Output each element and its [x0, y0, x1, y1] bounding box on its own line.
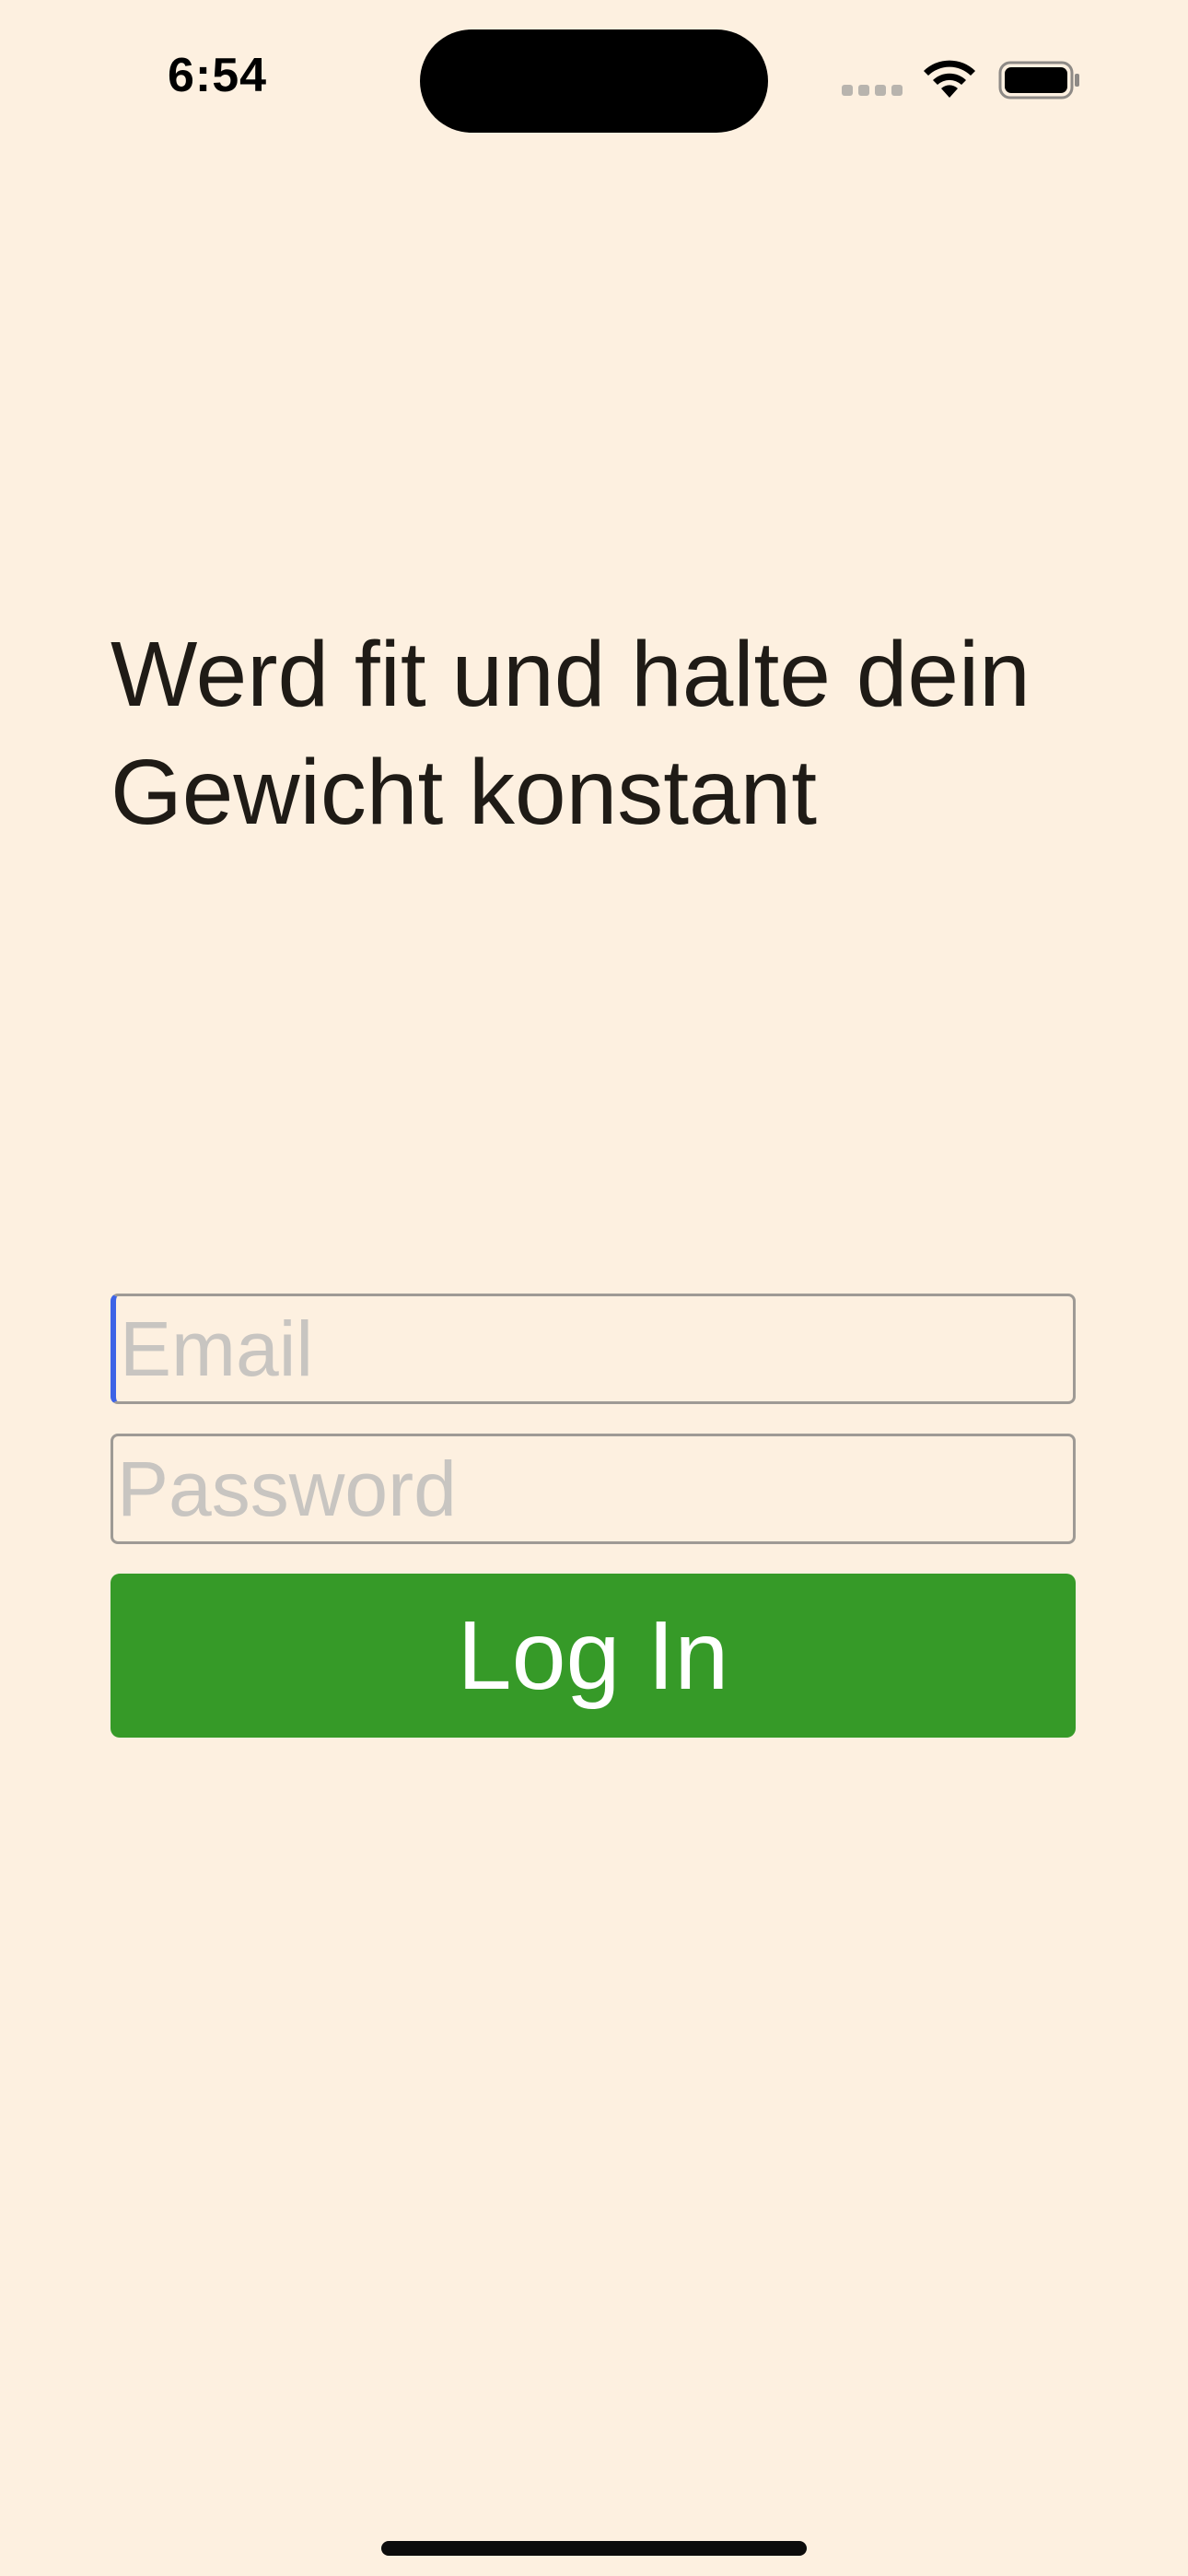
password-field[interactable]: [111, 1434, 1076, 1544]
wifi-icon: [924, 60, 975, 98]
battery-icon: [998, 61, 1079, 100]
dynamic-island: [420, 29, 768, 133]
status-bar: 6:54: [0, 0, 1188, 147]
home-indicator[interactable]: [381, 2541, 807, 2556]
page-headline: Werd fit und halte dein Gewicht konstant: [111, 623, 1031, 844]
cellular-signal-icon: [842, 85, 906, 98]
email-field[interactable]: [111, 1294, 1076, 1404]
status-time: 6:54: [168, 49, 268, 102]
login-button[interactable]: Log In: [111, 1574, 1076, 1738]
